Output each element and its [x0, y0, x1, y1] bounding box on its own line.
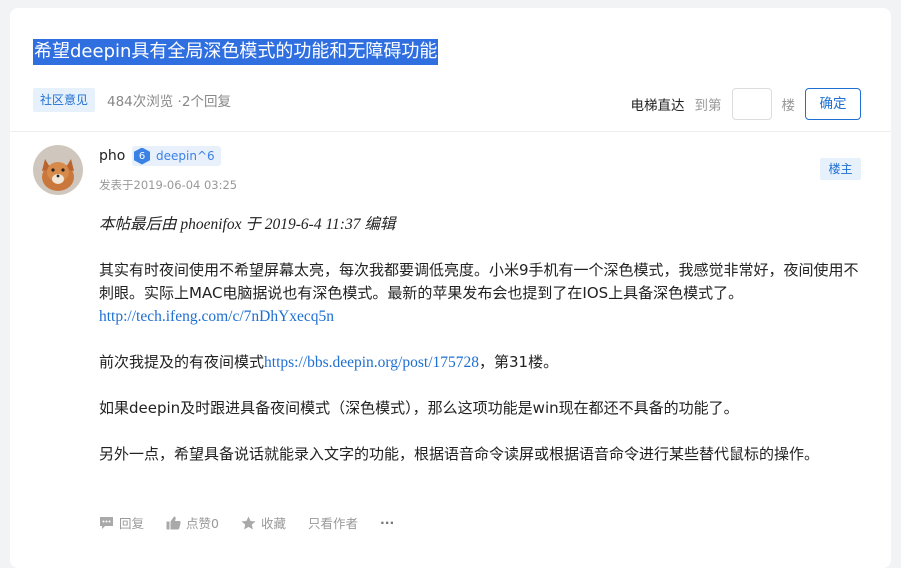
post-link-bbs[interactable]: https://bbs.deepin.org/post/175728	[264, 354, 479, 371]
like-button[interactable]: 点赞0	[166, 513, 219, 532]
level-name: deepin^6	[156, 149, 215, 163]
floor-number-input[interactable]	[731, 88, 772, 120]
post-paragraph-3: 如果deepin及时跟进具备夜间模式（深色模式），那么这项功能是win现在都还不…	[99, 399, 739, 417]
author-only-label: 只看作者	[307, 516, 358, 531]
more-icon: ···	[380, 515, 395, 530]
topic-stats: 484次浏览 ·2个回复	[107, 94, 231, 110]
like-label: 点赞0	[186, 516, 219, 531]
category-tag[interactable]: 社区意见	[33, 88, 96, 112]
post-paragraph-2-end: ，第31楼。	[479, 353, 559, 371]
op-badge: 楼主	[820, 158, 861, 180]
post-content: 本帖最后由 phoenifox 于 2019-6-4 11:37 编辑 其实有时…	[99, 213, 864, 489]
post-paragraph-2-start: 前次我提及的有夜间模式	[99, 353, 265, 371]
level-hexagon-icon: 6	[134, 147, 150, 165]
star-icon	[241, 516, 256, 529]
post-actions: 回复 点赞0 收藏 只看作者 ···	[99, 513, 416, 532]
thumbs-up-icon	[166, 516, 181, 529]
post-link-ifeng[interactable]: http://tech.ifeng.com/c/7nDhYxecq5n	[99, 308, 334, 325]
comment-icon	[100, 516, 113, 529]
floor-jump-suffix: 楼	[781, 98, 796, 114]
post-date: 发表于2019-06-04 03:25	[99, 178, 238, 192]
floor-jump-confirm-button[interactable]: 确定	[805, 88, 861, 120]
floor-jump-prefix: 到第	[694, 98, 722, 114]
user-level-badge: 6 deepin^6	[132, 146, 221, 166]
reply-label: 回复	[119, 516, 145, 531]
favorite-label: 收藏	[260, 516, 286, 531]
author-name[interactable]: pho	[99, 148, 125, 164]
header-divider	[10, 131, 891, 132]
reply-button[interactable]: 回复	[99, 513, 144, 532]
floor-jump-label: 电梯直达	[630, 98, 685, 114]
avatar[interactable]	[33, 145, 83, 195]
topic-title: 希望deepin具有全局深色模式的功能和无障碍功能	[33, 39, 439, 65]
post-paragraph-4: 另外一点，希望具备说话就能录入文字的功能，根据语音命令读屏或根据语音命令进行某些…	[99, 445, 820, 463]
post-paragraph-1: 其实有时夜间使用不希望屏幕太亮，每次我都要调低亮度。小米9手机有一个深色模式，我…	[99, 261, 859, 302]
floor-jump: 电梯直达 到第 楼 确定	[630, 88, 861, 120]
more-button[interactable]: ···	[380, 515, 394, 530]
edit-note: 本帖最后由 phoenifox 于 2019-6-4 11:37 编辑	[99, 216, 396, 233]
author-only-button[interactable]: 只看作者	[308, 513, 358, 532]
topic-card: 希望deepin具有全局深色模式的功能和无障碍功能 社区意见 484次浏览 ·2…	[10, 8, 891, 568]
favorite-button[interactable]: 收藏	[241, 513, 286, 532]
